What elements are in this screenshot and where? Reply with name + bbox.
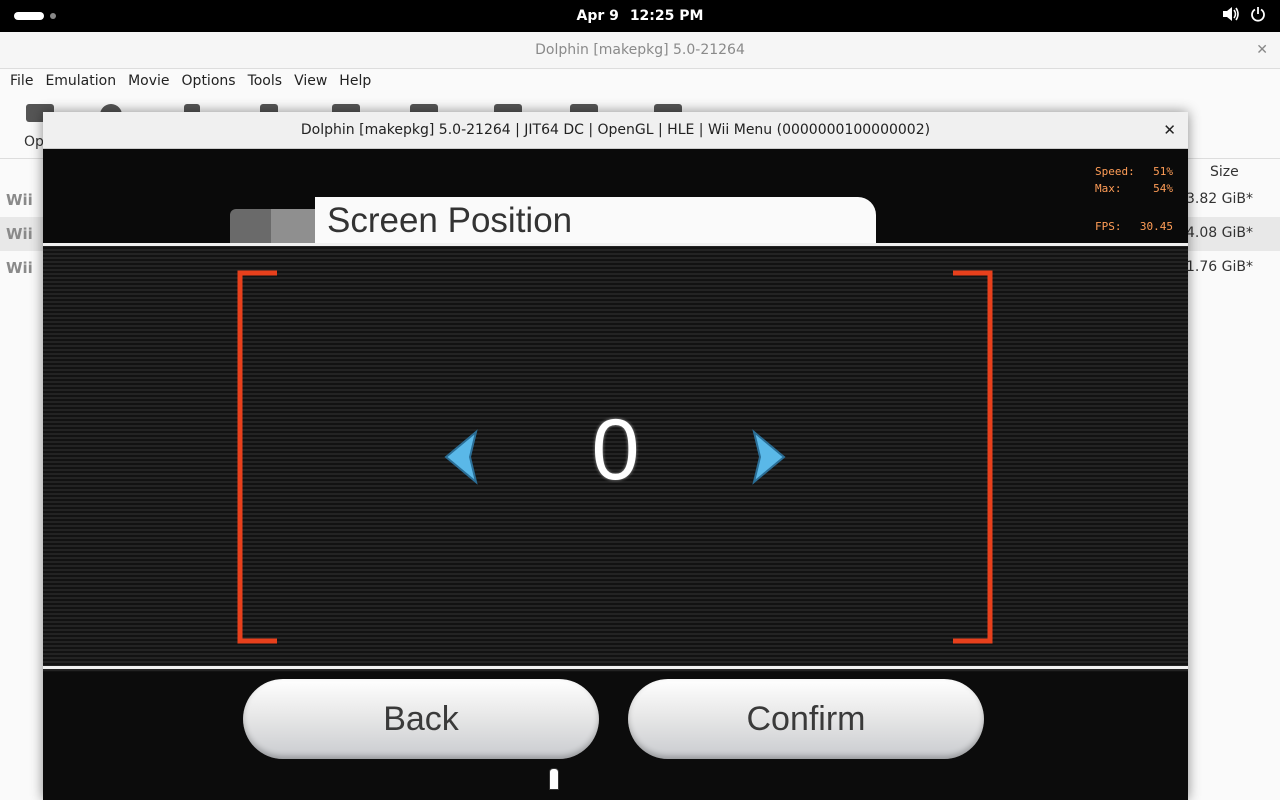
menu-movie[interactable]: Movie (122, 69, 175, 93)
close-icon[interactable]: ✕ (1256, 42, 1268, 58)
menu-options[interactable]: Options (176, 69, 242, 93)
menu-tools[interactable]: Tools (242, 69, 289, 93)
close-icon[interactable]: ✕ (1163, 121, 1176, 139)
menu-file[interactable]: File (4, 69, 39, 93)
system-top-bar: Apr 9 12:25 PM (0, 0, 1280, 32)
right-bracket (953, 270, 993, 644)
main-window-titlebar: Dolphin [makepkg] 5.0-21264 ✕ (0, 32, 1280, 69)
menu-emulation[interactable]: Emulation (39, 69, 122, 93)
column-header-size[interactable]: Size (1210, 164, 1239, 180)
footer-divider (43, 666, 1188, 669)
row-platform: Wii (6, 259, 33, 277)
game-screen[interactable]: Screen Position Speed: 51% Max: 54% FPS: 30… (43, 149, 1188, 800)
increase-arrow-icon[interactable] (751, 429, 787, 489)
render-window: Dolphin [makepkg] 5.0-21264 | JIT64 DC |… (43, 112, 1188, 800)
position-value: 0 (591, 402, 640, 498)
row-size: 4.08 GiB* (1186, 225, 1253, 241)
render-window-titlebar: Dolphin [makepkg] 5.0-21264 | JIT64 DC |… (43, 112, 1188, 149)
clock-date: Apr 9 (576, 8, 619, 24)
menu-bar: File Emulation Movie Options Tools View … (0, 69, 1280, 93)
wii-remote-cursor-icon (549, 768, 559, 790)
confirm-button[interactable]: Confirm (628, 679, 984, 759)
menu-view[interactable]: View (288, 69, 333, 93)
row-size: 3.82 GiB* (1186, 191, 1253, 207)
game-footer (43, 672, 1188, 800)
clock-time: 12:25 PM (629, 8, 704, 24)
clock[interactable]: Apr 9 12:25 PM (0, 0, 1280, 32)
row-platform: Wii (6, 191, 33, 209)
power-icon[interactable] (1250, 6, 1266, 26)
render-window-title: Dolphin [makepkg] 5.0-21264 | JIT64 DC |… (300, 122, 931, 138)
row-platform: Wii (6, 225, 33, 243)
back-button[interactable]: Back (243, 679, 599, 759)
row-size: 1.76 GiB* (1186, 259, 1253, 275)
toolbar-open-label[interactable]: Op (24, 134, 44, 150)
system-tray[interactable] (1222, 6, 1266, 26)
main-window-title: Dolphin [makepkg] 5.0-21264 (535, 42, 745, 58)
left-bracket (237, 270, 277, 644)
volume-icon[interactable] (1222, 6, 1240, 26)
menu-help[interactable]: Help (333, 69, 377, 93)
decrease-arrow-icon[interactable] (443, 429, 479, 489)
